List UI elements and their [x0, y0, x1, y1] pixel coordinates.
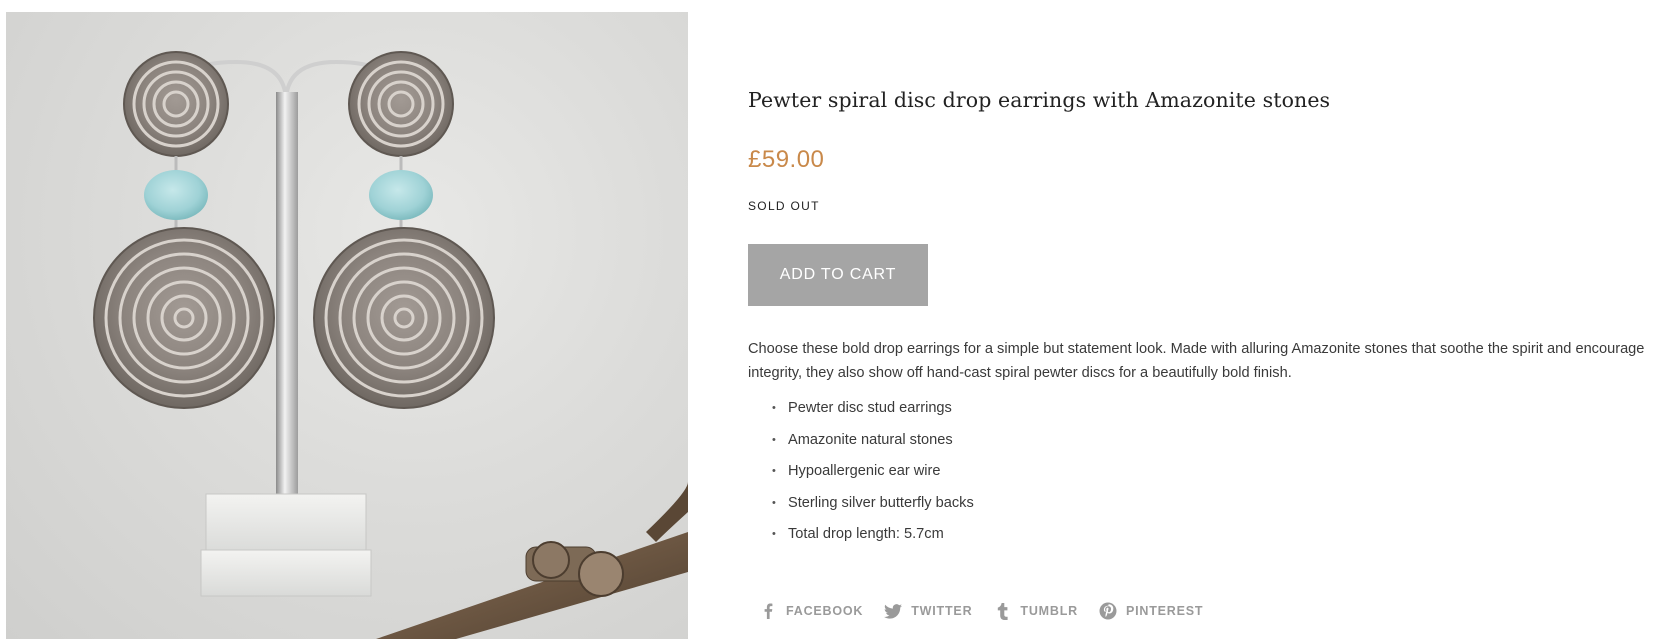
feature-item: Amazonite natural stones [772, 430, 974, 462]
product-image[interactable] [6, 12, 688, 639]
product-page: Pewter spiral disc drop earrings with Am… [0, 0, 1673, 639]
feature-item: Hypoallergenic ear wire [772, 461, 974, 493]
product-title: Pewter spiral disc drop earrings with Am… [748, 88, 1331, 112]
stock-status-badge: SOLD OUT [748, 199, 820, 213]
share-facebook-link[interactable]: FACEBOOK [758, 601, 863, 621]
feature-item: Total drop length: 5.7cm [772, 524, 974, 556]
product-description: Choose these bold drop earrings for a si… [748, 341, 1645, 381]
twitter-icon [883, 601, 903, 621]
share-pinterest-link[interactable]: PINTEREST [1098, 601, 1203, 621]
share-facebook-label: FACEBOOK [786, 604, 864, 618]
add-to-cart-button[interactable]: ADD TO CART [748, 244, 928, 306]
feature-list: Pewter disc stud earrings Amazonite natu… [772, 398, 974, 556]
social-share-bar: FACEBOOK TWITTER TUMBLR PINTEREST [758, 601, 1223, 621]
share-pinterest-label: PINTEREST [1125, 604, 1204, 618]
share-tumblr-link[interactable]: TUMBLR [992, 601, 1078, 621]
tumblr-icon [992, 601, 1012, 621]
feature-item: Sterling silver butterfly backs [772, 493, 974, 525]
feature-item: Pewter disc stud earrings [772, 398, 974, 430]
product-price: £59.00 [748, 146, 825, 173]
facebook-icon [758, 601, 778, 621]
share-twitter-label: TWITTER [911, 604, 973, 618]
pinterest-icon [1098, 601, 1118, 621]
share-twitter-link[interactable]: TWITTER [883, 601, 972, 621]
product-details: Pewter spiral disc drop earrings with Am… [748, 0, 1668, 639]
share-tumblr-label: TUMBLR [1020, 604, 1078, 618]
